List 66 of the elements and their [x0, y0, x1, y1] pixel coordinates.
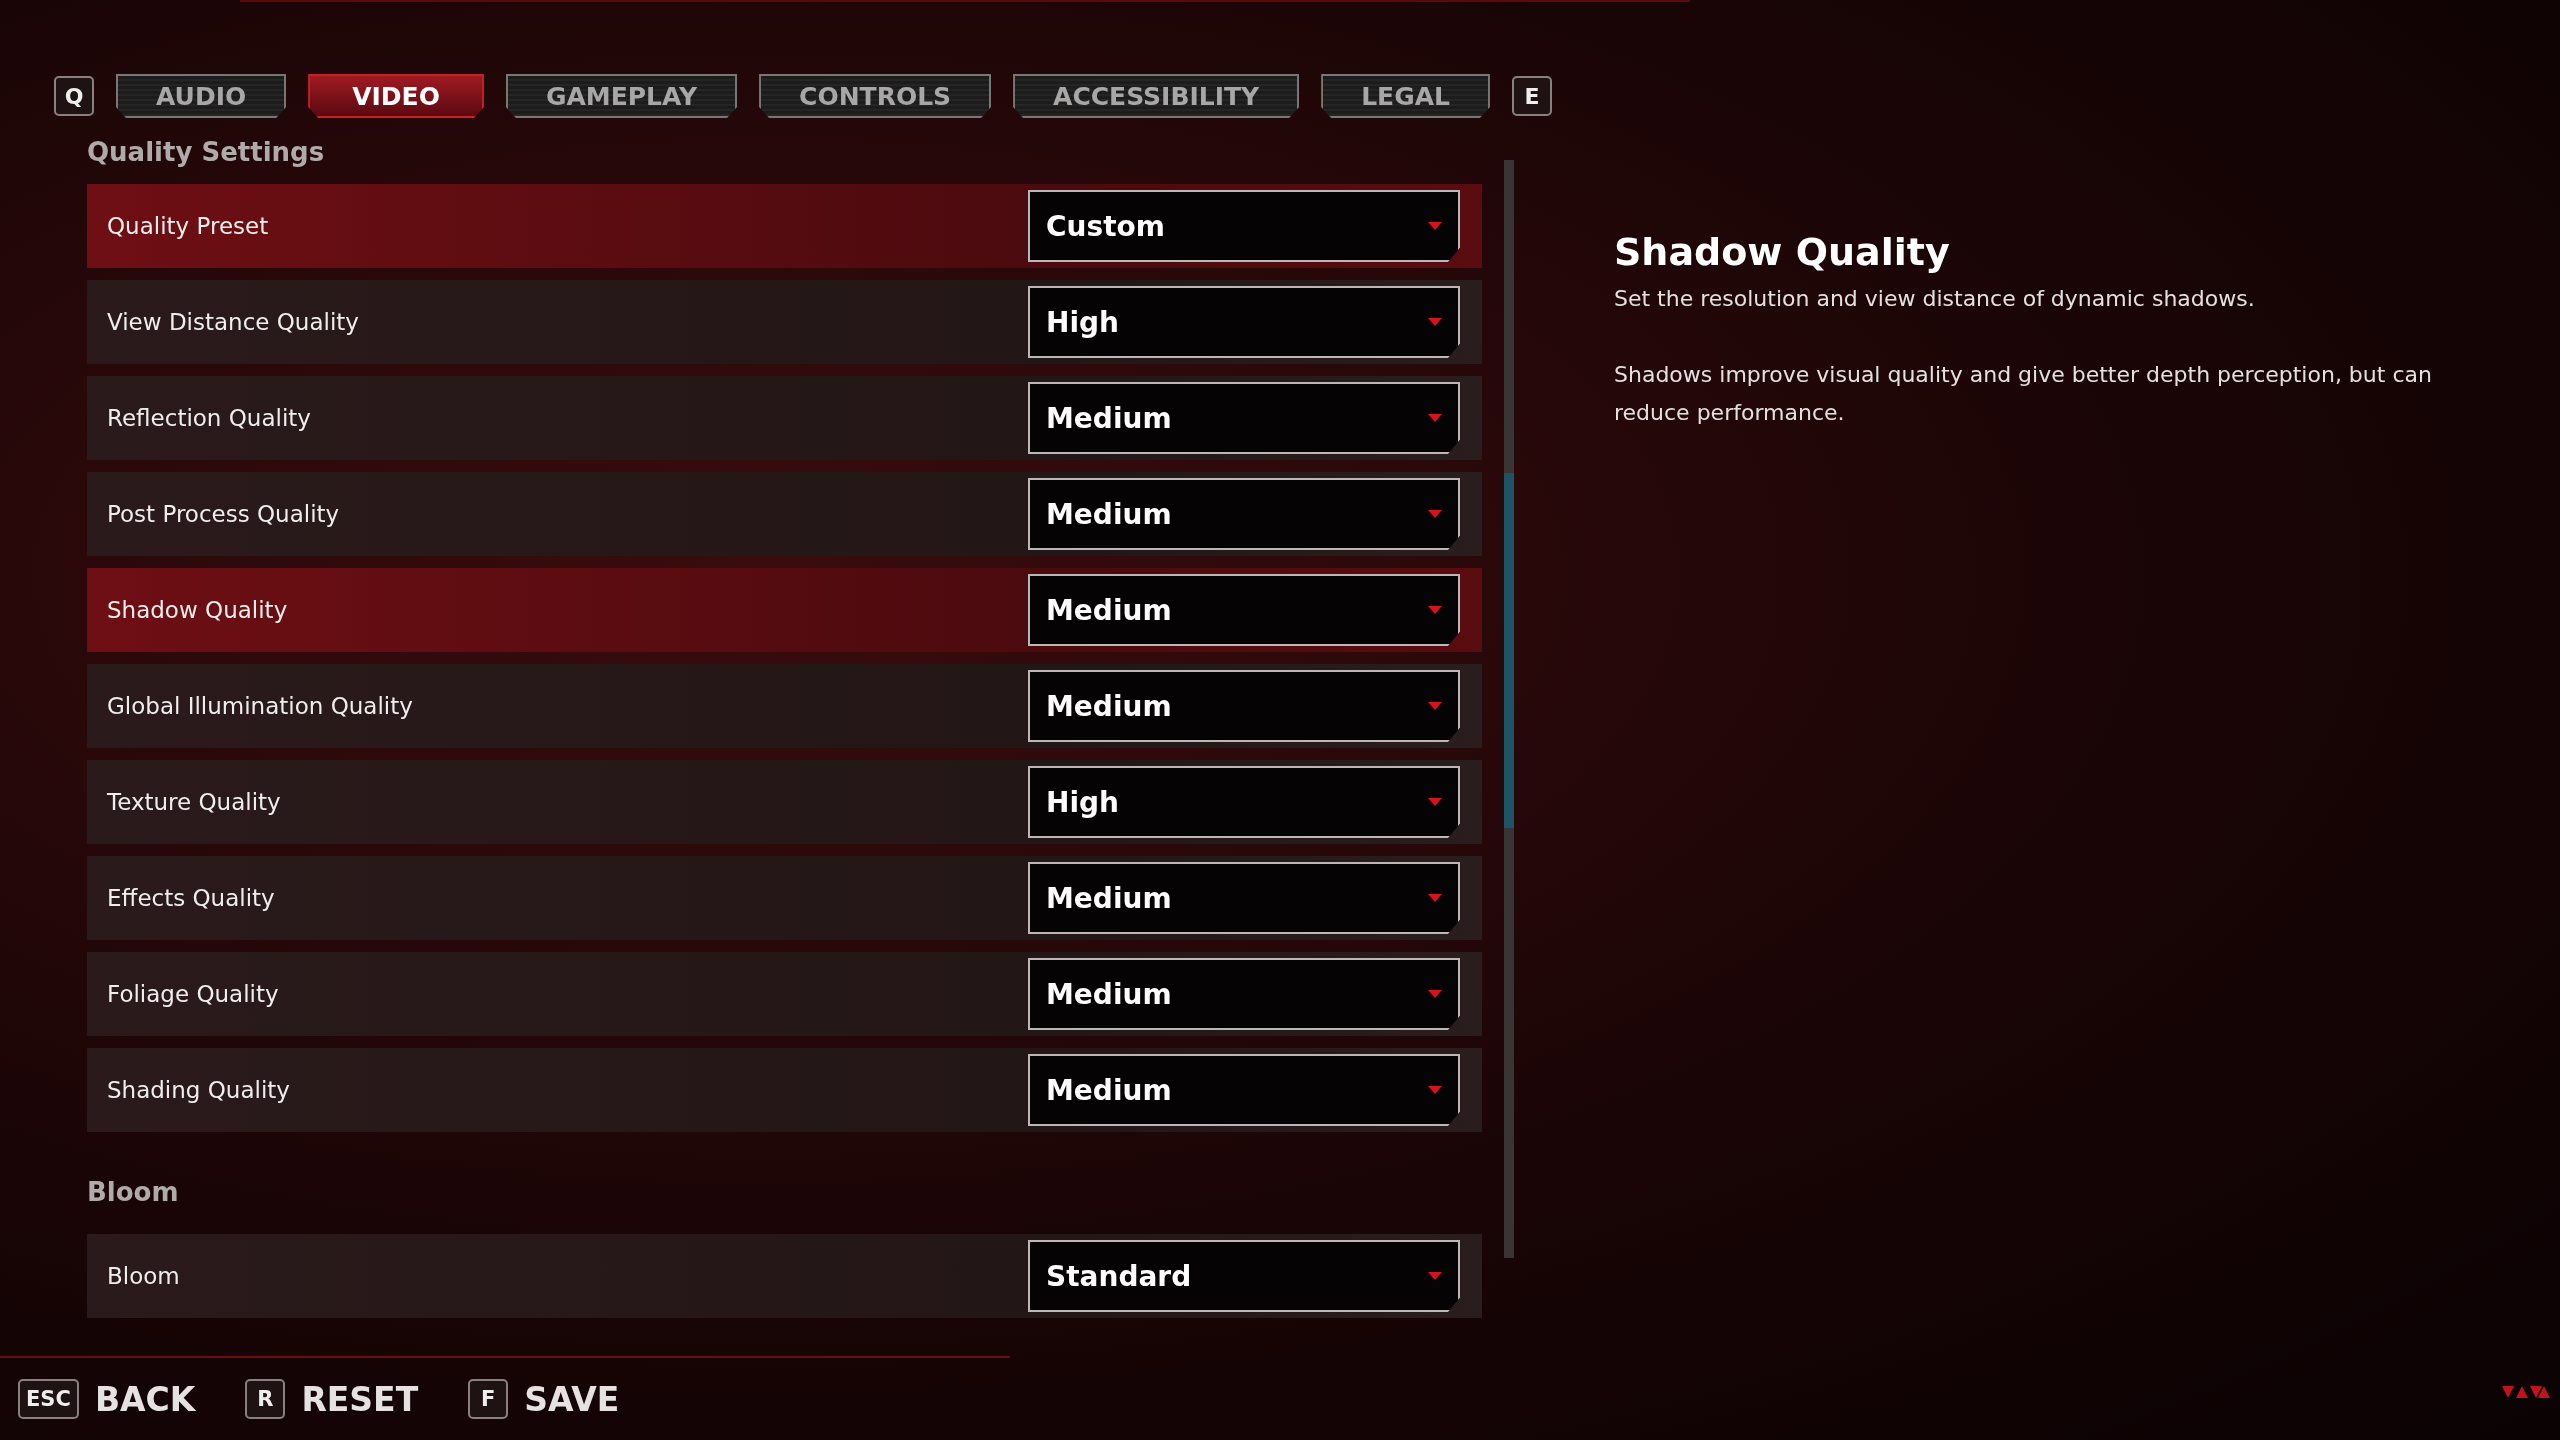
dropdown[interactable]: Medium: [1028, 382, 1460, 454]
dropdown[interactable]: Medium: [1028, 862, 1460, 934]
tab[interactable]: AUDIO: [116, 74, 287, 118]
tab[interactable]: GAMEPLAY: [505, 74, 738, 118]
dropdown[interactable]: High: [1028, 286, 1460, 358]
setting-label: Quality Preset: [107, 213, 269, 239]
setting-row[interactable]: Reflection Quality Medium: [87, 376, 1482, 460]
setting-label: Shading Quality: [107, 1077, 290, 1103]
setting-row[interactable]: Global Illumination Quality Medium: [87, 664, 1482, 748]
scrollbar[interactable]: [1504, 160, 1514, 1258]
description-title: Shadow Quality: [1614, 230, 1951, 274]
setting-row[interactable]: View Distance Quality High: [87, 280, 1482, 364]
key-hint: Q: [54, 76, 94, 116]
setting-label: View Distance Quality: [107, 309, 359, 335]
caret-icon: [1428, 1086, 1442, 1094]
setting-row[interactable]: Foliage Quality Medium: [87, 952, 1482, 1036]
dropdown[interactable]: Medium: [1028, 478, 1460, 550]
dropdown[interactable]: Medium: [1028, 670, 1460, 742]
caret-icon: [1428, 990, 1442, 998]
setting-label: Effects Quality: [107, 885, 275, 911]
setting-label: Global Illumination Quality: [107, 693, 413, 719]
setting-row[interactable]: Post Process Quality Medium: [87, 472, 1482, 556]
setting-label: Foliage Quality: [107, 981, 279, 1007]
footer-button[interactable]: SAVE: [524, 1379, 620, 1419]
section-title: Bloom: [87, 1176, 180, 1209]
caret-icon: [1428, 510, 1442, 518]
setting-row[interactable]: Shadow Quality Medium: [87, 568, 1482, 652]
caret-icon: [1428, 894, 1442, 902]
setting-row[interactable]: Shading Quality Medium: [87, 1048, 1482, 1132]
dropdown[interactable]: Custom: [1028, 190, 1460, 262]
caret-icon: [1428, 798, 1442, 806]
key-hint: R: [245, 1379, 286, 1419]
scroll-thumb[interactable]: [1504, 473, 1514, 828]
key-hint: F: [468, 1379, 509, 1419]
setting-row[interactable]: Bloom Standard: [87, 1234, 1482, 1318]
footer-button[interactable]: RESET: [301, 1379, 419, 1419]
setting-label: Post Process Quality: [107, 501, 340, 527]
caret-icon: [1428, 318, 1442, 326]
setting-label: Texture Quality: [107, 789, 281, 815]
caret-icon: [1428, 222, 1442, 230]
setting-label: Shadow Quality: [107, 597, 288, 623]
dropdown[interactable]: Standard: [1028, 1240, 1460, 1312]
setting-row[interactable]: Texture Quality High: [87, 760, 1482, 844]
tab[interactable]: LEGAL: [1321, 74, 1490, 118]
section-title: Quality Settings: [87, 136, 326, 169]
caret-icon: [1428, 414, 1442, 422]
tab[interactable]: CONTROLS: [759, 74, 992, 118]
key-hint: ESC: [18, 1379, 79, 1419]
dropdown[interactable]: Medium: [1028, 574, 1460, 646]
setting-row[interactable]: Quality Preset Custom: [87, 184, 1482, 268]
footer-button[interactable]: BACK: [94, 1379, 196, 1419]
description-text: Shadows improve visual quality and give better depth perception, but can reduce performance.: [1614, 361, 2433, 427]
tab[interactable]: ACCESSIBILITY: [1013, 74, 1300, 118]
description-text: Set the resolution and view distance of dynamic shadows.: [1614, 285, 2256, 313]
triangle-icon: [2502, 1386, 2550, 1400]
caret-icon: [1428, 606, 1442, 614]
caret-icon: [1428, 1272, 1442, 1280]
tab[interactable]: VIDEO: [308, 74, 484, 118]
dropdown[interactable]: Medium: [1028, 1054, 1460, 1126]
setting-label: Reflection Quality: [107, 405, 311, 431]
setting-label: Bloom: [107, 1263, 180, 1289]
key-hint: E: [1511, 76, 1552, 116]
dropdown[interactable]: High: [1028, 766, 1460, 838]
setting-row[interactable]: Effects Quality Medium: [87, 856, 1482, 940]
dropdown[interactable]: Medium: [1028, 958, 1460, 1030]
caret-icon: [1428, 702, 1442, 710]
